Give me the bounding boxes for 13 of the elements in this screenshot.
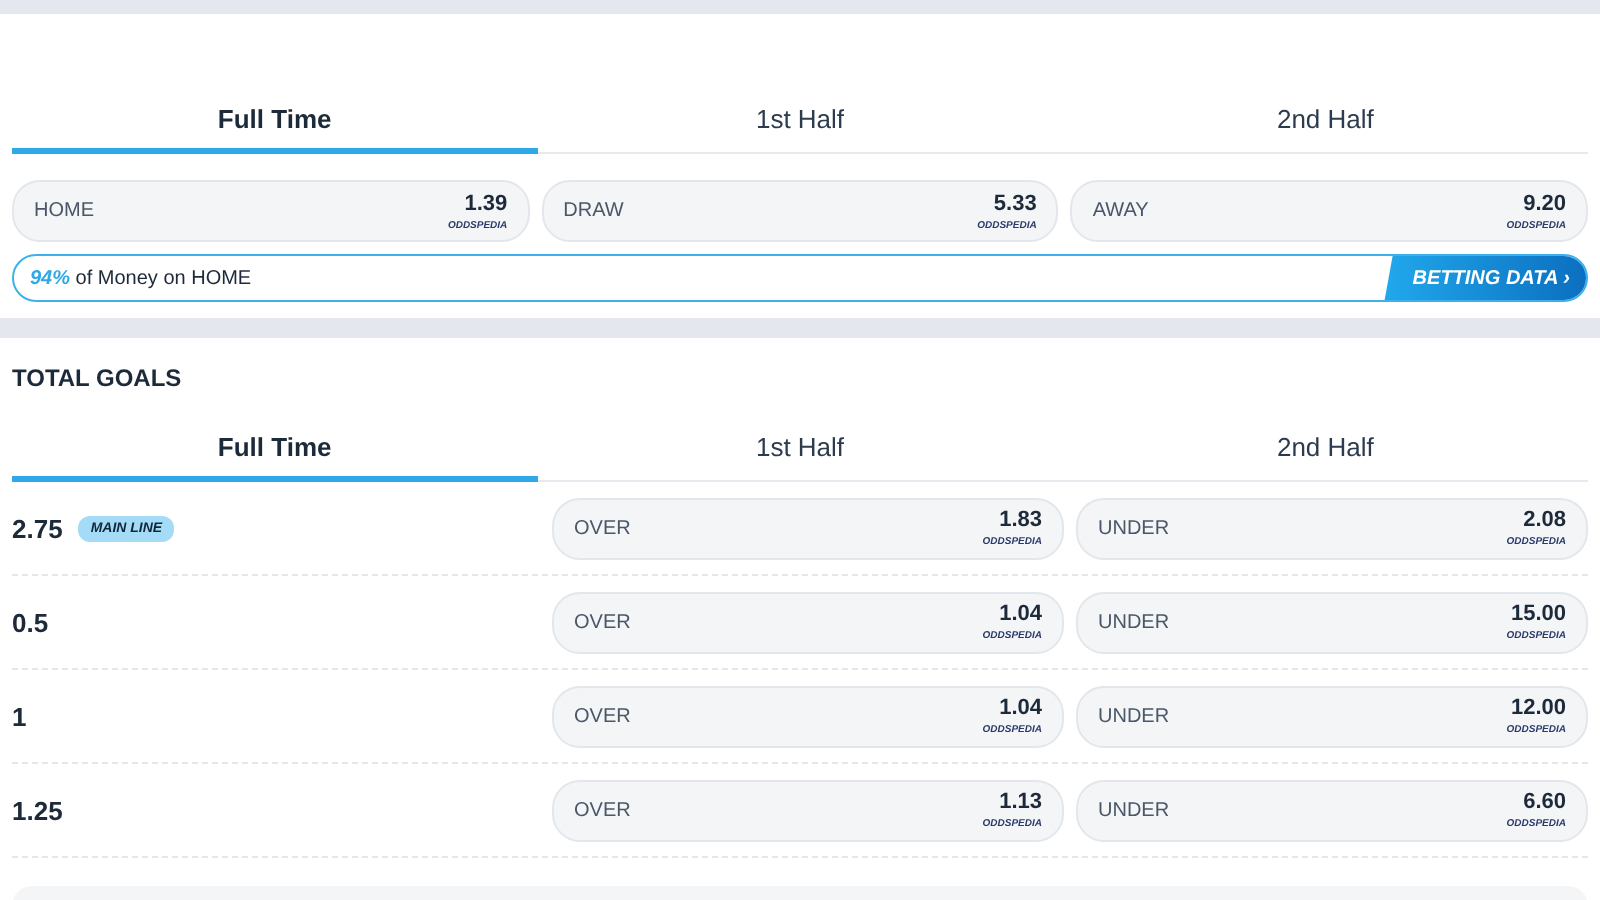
period-tab[interactable]: 2nd Half [1062, 416, 1589, 482]
goal-line: 2.75 [12, 513, 63, 543]
period-tab[interactable]: 2nd Half [1062, 88, 1589, 154]
period-tab[interactable]: Full Time [12, 88, 538, 154]
goal-line: 1.25 [12, 795, 63, 825]
money-text: 94% of Money on HOME [28, 267, 252, 289]
goal-line: 1 [12, 701, 27, 731]
period-tab[interactable]: Full Time [12, 416, 538, 482]
period-tab[interactable]: 1st Half [537, 88, 1063, 154]
period-tab[interactable]: 1st Half [537, 416, 1063, 482]
goal-line: 0.5 [12, 607, 49, 637]
betting-data-button[interactable]: BETTING DATA › [1384, 256, 1586, 300]
section-title: TOTAL GOALS [12, 362, 184, 396]
